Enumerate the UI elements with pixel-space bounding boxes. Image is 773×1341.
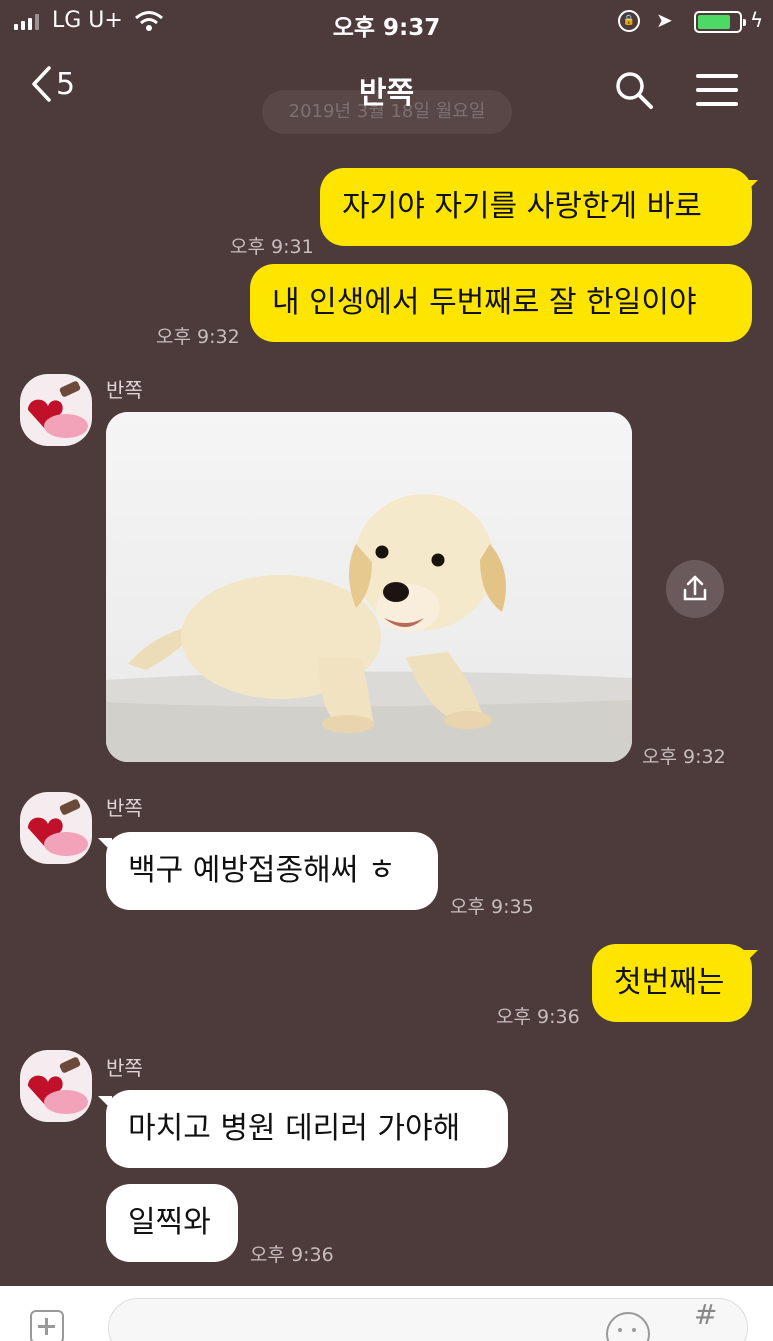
- message-input-bar: #: [0, 1286, 773, 1341]
- message-time: 오후 9:31: [230, 236, 314, 258]
- message-time: 오후 9:32: [156, 326, 240, 348]
- avatar[interactable]: [20, 1050, 92, 1122]
- my-message-bubble[interactable]: 내 인생에서 두번째로 잘 한일이야: [250, 264, 752, 342]
- my-message-bubble[interactable]: 첫번째는: [592, 944, 752, 1022]
- puppy-image: [106, 412, 632, 762]
- sender-name: 반쪽: [106, 378, 143, 402]
- unread-chat-count: 5: [56, 66, 76, 102]
- date-divider: 2019년 3월 18일 월요일: [262, 90, 512, 134]
- message-time: 오후 9:36: [250, 1244, 334, 1266]
- avatar[interactable]: [20, 792, 92, 864]
- chevron-left-icon: [32, 66, 51, 102]
- message-time: 오후 9:36: [496, 1006, 580, 1028]
- their-message-bubble[interactable]: 백구 예방접종해써 ㅎ: [106, 832, 438, 910]
- their-message-bubble[interactable]: 마치고 병원 데리러 가야해: [106, 1090, 508, 1168]
- puppy-photo-message[interactable]: [106, 412, 632, 762]
- chat-header: 2019년 3월 18일 월요일 5 반쪽: [0, 50, 773, 134]
- avatar[interactable]: [20, 374, 92, 446]
- share-button[interactable]: [666, 560, 724, 618]
- status-bar: LG U+ 오후 9:37 🔒 ➤ ϟ: [0, 0, 773, 44]
- their-message-bubble[interactable]: 일찍와: [106, 1184, 238, 1262]
- message-input[interactable]: [108, 1298, 748, 1341]
- location-arrow-icon: ➤: [656, 8, 673, 32]
- back-button[interactable]: 5: [30, 66, 75, 102]
- sender-name: 반쪽: [106, 796, 143, 820]
- share-icon: [683, 575, 707, 601]
- menu-button[interactable]: [696, 74, 738, 106]
- hamburger-menu-icon: [696, 74, 738, 78]
- my-message-bubble[interactable]: 자기야 자기를 사랑한게 바로: [320, 168, 752, 246]
- message-time: 오후 9:32: [642, 746, 726, 768]
- plus-icon[interactable]: [30, 1310, 64, 1341]
- search-icon: [616, 72, 653, 109]
- rotation-lock-icon: 🔒: [618, 10, 640, 32]
- search-button[interactable]: [614, 70, 654, 114]
- charging-bolt-icon: ϟ: [750, 8, 764, 32]
- message-time: 오후 9:35: [450, 896, 534, 918]
- sender-name: 반쪽: [106, 1056, 143, 1080]
- hash-icon[interactable]: #: [694, 1298, 717, 1331]
- battery-icon: [694, 11, 746, 33]
